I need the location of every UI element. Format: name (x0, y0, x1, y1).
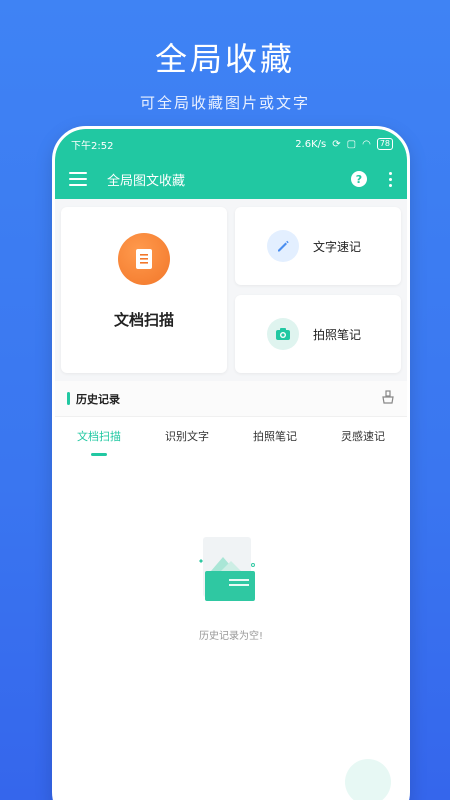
tab-document-scan[interactable]: 文档扫描 (73, 422, 125, 456)
network-speed: 2.6K/s (295, 138, 327, 150)
app-screen: 下午2:52 2.6K/s ⟳ ▢ ◠ 78 全局图文收藏 ? 文档扫描 文字速… (55, 129, 407, 800)
tab-inspiration-notes[interactable]: 灵感速记 (337, 422, 389, 450)
wifi-icon: ◠ (362, 138, 371, 150)
empty-folder-icon (199, 537, 255, 601)
tab-recognize-text[interactable]: 识别文字 (161, 422, 213, 450)
photo-note-card[interactable]: 拍照笔记 (235, 295, 401, 373)
text-note-label: 文字速记 (313, 239, 362, 254)
empty-state: 历史记录为空! (55, 531, 407, 642)
status-bar: 下午2:52 2.6K/s ⟳ ▢ ◠ 78 (55, 129, 407, 159)
sync-icon: ⟳ (332, 138, 341, 150)
promo-subtitle: 可全局收藏图片或文字 (139, 94, 310, 112)
empty-message: 历史记录为空! (198, 631, 263, 642)
text-note-card[interactable]: 文字速记 (235, 207, 401, 285)
tab-photo-notes[interactable]: 拍照笔记 (249, 422, 301, 450)
history-title: 历史记录 (76, 392, 120, 406)
sim-icon: ▢ (346, 138, 357, 150)
pencil-icon (267, 230, 299, 262)
camera-icon (267, 318, 299, 350)
promo-title: 全局收藏 (154, 40, 295, 78)
app-title: 全局图文收藏 (107, 173, 186, 189)
phone-frame: 下午2:52 2.6K/s ⟳ ▢ ◠ 78 全局图文收藏 ? 文档扫描 文字速… (52, 126, 410, 800)
photo-note-label: 拍照笔记 (313, 327, 362, 342)
history-header: 历史记录 (55, 381, 407, 417)
app-bar: 全局图文收藏 ? (55, 159, 407, 199)
status-time: 下午2:52 (71, 140, 114, 152)
clear-history-icon[interactable] (381, 389, 395, 408)
history-section: 历史记录 文档扫描 识别文字 拍照笔记 灵感速记 历史记录为空! (55, 381, 407, 800)
battery-icon: 78 (376, 138, 393, 150)
menu-icon[interactable] (69, 172, 87, 186)
document-scan-label: 文档扫描 (113, 311, 174, 329)
document-icon (118, 233, 170, 285)
floating-action-button[interactable] (345, 759, 391, 800)
section-accent (67, 392, 70, 405)
more-options-icon[interactable] (389, 171, 393, 187)
history-tabs: 文档扫描 识别文字 拍照笔记 灵感速记 (55, 417, 407, 456)
document-scan-card[interactable]: 文档扫描 (61, 207, 227, 373)
help-icon[interactable]: ? (351, 171, 367, 187)
